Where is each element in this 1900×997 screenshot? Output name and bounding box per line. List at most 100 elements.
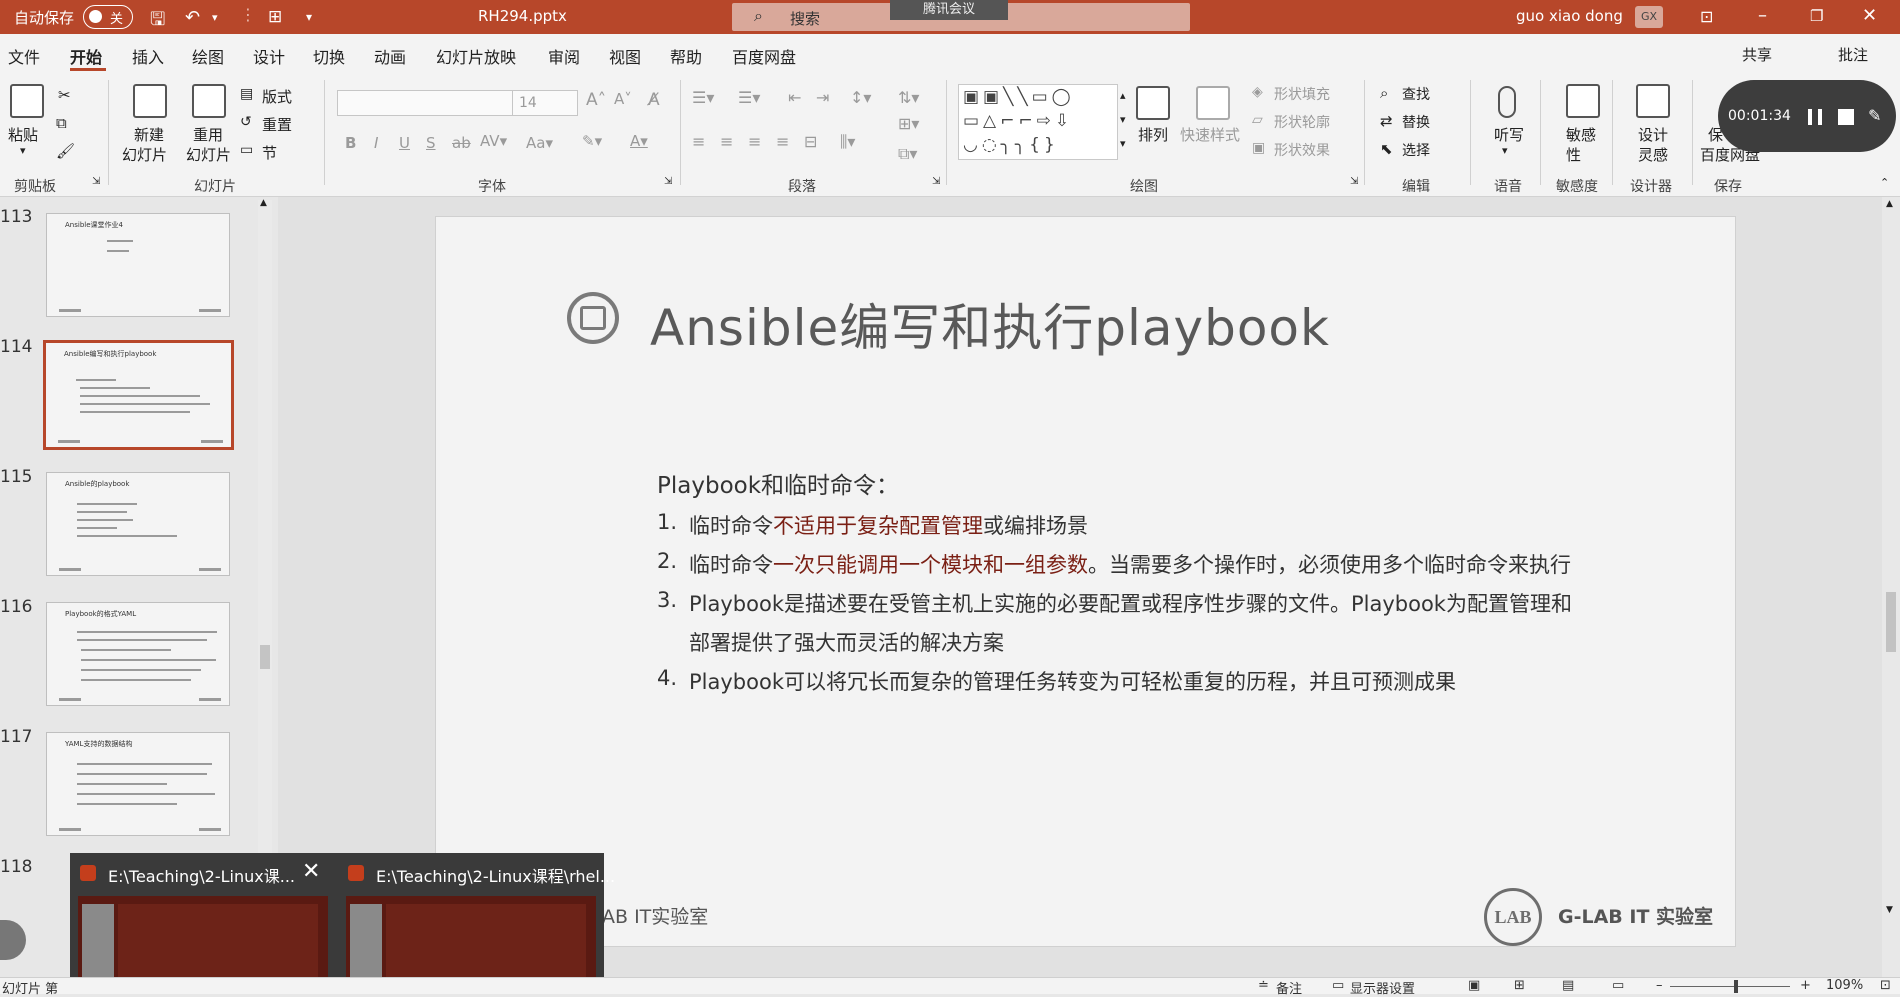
zoom-slider-thumb[interactable]: [1734, 980, 1738, 993]
zoom-level[interactable]: 109%: [1826, 978, 1863, 993]
tab-insert[interactable]: 插入: [132, 44, 164, 68]
close-icon[interactable]: ✕: [302, 859, 320, 884]
align-text-icon[interactable]: ⊞▾: [898, 114, 919, 133]
underline-icon[interactable]: U: [399, 134, 410, 152]
reset-icon[interactable]: ↺: [240, 114, 252, 130]
redo-icon[interactable]: ⋮: [240, 5, 256, 24]
designer-label[interactable]: 设计: [1638, 124, 1668, 145]
quick-styles-label[interactable]: 快速样式: [1180, 124, 1240, 145]
shapes-gallery-scroll-icon[interactable]: ▴ ▾ ▾: [1120, 84, 1126, 156]
shape-fill-button[interactable]: 形状填充: [1274, 84, 1330, 104]
char-spacing-icon[interactable]: AV▾: [480, 132, 507, 150]
decrease-indent-icon[interactable]: ⇤: [788, 88, 801, 107]
shape-outline-button[interactable]: 形状轮廓: [1274, 112, 1330, 132]
shape-effects-button[interactable]: 形状效果: [1274, 140, 1330, 160]
restore-icon[interactable]: ❐: [1810, 7, 1823, 25]
align-right-icon[interactable]: ≡: [748, 132, 761, 151]
designer-label-2[interactable]: 灵感: [1638, 144, 1668, 165]
font-launcher-icon[interactable]: ⇲: [664, 176, 672, 187]
list-item[interactable]: Playbook是描述要在受管主机上实施的必要配置或程序性步骤的文件。Playb…: [689, 588, 1572, 618]
list-item-continuation[interactable]: 部署提供了强大而灵活的解决方案: [689, 627, 1004, 657]
strikethrough-icon[interactable]: ab: [452, 134, 471, 152]
dictate-dropdown-icon[interactable]: ▾: [1502, 144, 1508, 157]
replace-icon[interactable]: ⇄: [1380, 112, 1393, 130]
shape-effects-icon[interactable]: ▣: [1252, 140, 1265, 156]
normal-view-icon[interactable]: ▣: [1468, 978, 1480, 993]
fit-slide-icon[interactable]: ⊡: [1880, 978, 1891, 993]
section-icon[interactable]: ▭: [240, 142, 253, 158]
align-left-icon[interactable]: ≡: [692, 132, 705, 151]
save-icon[interactable]: 🖫: [150, 7, 165, 37]
zoom-out-icon[interactable]: –: [1656, 978, 1663, 993]
close-icon[interactable]: ✕: [1862, 5, 1877, 26]
shapes-gallery[interactable]: ▣▣╲╲▭◯ ▭△⌐⌐⇨⇩ ◡◌╮╮{}: [958, 84, 1118, 160]
scroll-up-icon[interactable]: ▲: [260, 198, 267, 208]
replace-button[interactable]: 替换: [1402, 112, 1430, 132]
notes-icon[interactable]: ≐: [1258, 978, 1269, 993]
new-slide-label[interactable]: 新建: [134, 124, 164, 145]
shadow-icon[interactable]: S: [426, 134, 436, 152]
scroll-up-icon[interactable]: ▲: [1886, 199, 1893, 209]
pen-icon[interactable]: ✎: [1868, 106, 1886, 126]
slide-thumbnail-selected[interactable]: Ansible编写和执行playbook: [43, 340, 234, 450]
scroll-down-icon[interactable]: ▼: [1886, 905, 1893, 915]
line-spacing-icon[interactable]: ↕▾: [850, 88, 871, 107]
bullets-icon[interactable]: ☰▾: [692, 88, 714, 107]
bold-icon[interactable]: B: [345, 134, 356, 152]
italic-icon[interactable]: I: [374, 134, 378, 152]
reuse-slides-label[interactable]: 重用: [193, 124, 223, 145]
smartart-icon[interactable]: ⧉▾: [898, 144, 917, 164]
slide-title[interactable]: Ansible编写和执行playbook: [650, 288, 1330, 360]
find-button[interactable]: 查找: [1402, 84, 1430, 104]
shape-fill-icon[interactable]: ◈: [1252, 84, 1263, 100]
pause-icon[interactable]: [1808, 109, 1822, 125]
slide-sorter-icon[interactable]: ⊞: [1514, 978, 1525, 993]
font-color-icon[interactable]: A▾: [630, 132, 648, 150]
minimize-icon[interactable]: –: [1758, 5, 1767, 26]
change-case-icon[interactable]: Aa▾: [526, 134, 553, 152]
tab-file[interactable]: 文件: [8, 44, 40, 68]
shrink-font-icon[interactable]: A˅: [614, 90, 632, 108]
ribbon-display-icon[interactable]: ⊡: [1700, 7, 1713, 26]
editor-scrollbar[interactable]: ▲ ▼: [1882, 197, 1900, 977]
slide-thumbnail[interactable]: YAML支持的数据结构: [46, 732, 230, 836]
drawing-launcher-icon[interactable]: ⇲: [1350, 176, 1358, 187]
share-button[interactable]: 共享: [1742, 44, 1772, 65]
new-slide-label-2[interactable]: 幻灯片: [122, 144, 167, 165]
notes-button[interactable]: 备注: [1276, 978, 1302, 997]
slide-thumbnail[interactable]: Ansible的playbook: [46, 472, 230, 576]
tab-help[interactable]: 帮助: [670, 44, 702, 68]
clear-format-icon[interactable]: A̸: [648, 90, 660, 110]
paste-dropdown-icon[interactable]: ▾: [20, 144, 26, 157]
tab-design[interactable]: 设计: [253, 44, 285, 68]
arrange-icon[interactable]: [1136, 86, 1170, 120]
shape-outline-icon[interactable]: ▱: [1252, 112, 1263, 128]
list-item[interactable]: 临时命令一次只能调用一个模块和一组参数。当需要多个操作时，必须使用多个临时命令来…: [689, 549, 1571, 579]
tab-animations[interactable]: 动画: [374, 44, 406, 68]
list-item[interactable]: 临时命令不适用于复杂配置管理或编排场景: [689, 510, 1088, 540]
quick-styles-icon[interactable]: [1196, 86, 1230, 120]
distributed-icon[interactable]: ⊟: [804, 132, 817, 151]
microphone-icon[interactable]: [1498, 86, 1516, 118]
display-settings-button[interactable]: 显示器设置: [1350, 978, 1415, 997]
cut-icon[interactable]: ✂: [58, 86, 71, 104]
autosave-toggle[interactable]: 关: [83, 5, 133, 29]
dictate-label[interactable]: 听写: [1494, 124, 1524, 145]
sensitivity-label-2[interactable]: 性: [1566, 144, 1581, 165]
tab-home[interactable]: 开始: [70, 44, 102, 68]
undo-icon[interactable]: ↶: [185, 7, 200, 28]
collapse-ribbon-icon[interactable]: ⌃: [1880, 176, 1889, 189]
reading-view-icon[interactable]: ▤: [1562, 978, 1574, 993]
layout-icon[interactable]: ▤: [240, 86, 253, 102]
comments-button[interactable]: 批注: [1838, 44, 1868, 65]
tab-review[interactable]: 审阅: [548, 44, 580, 68]
stop-icon[interactable]: [1838, 109, 1854, 125]
select-button[interactable]: 选择: [1402, 140, 1430, 160]
paste-label[interactable]: 粘贴: [8, 124, 38, 145]
arrange-label[interactable]: 排列: [1138, 124, 1168, 145]
paste-icon[interactable]: [10, 84, 44, 118]
sensitivity-icon[interactable]: [1566, 84, 1600, 118]
scrollbar-thumb[interactable]: [260, 645, 270, 669]
slideshow-view-icon[interactable]: ▭: [1612, 978, 1624, 993]
slide-thumbnail[interactable]: Ansible课堂作业4: [46, 213, 230, 317]
